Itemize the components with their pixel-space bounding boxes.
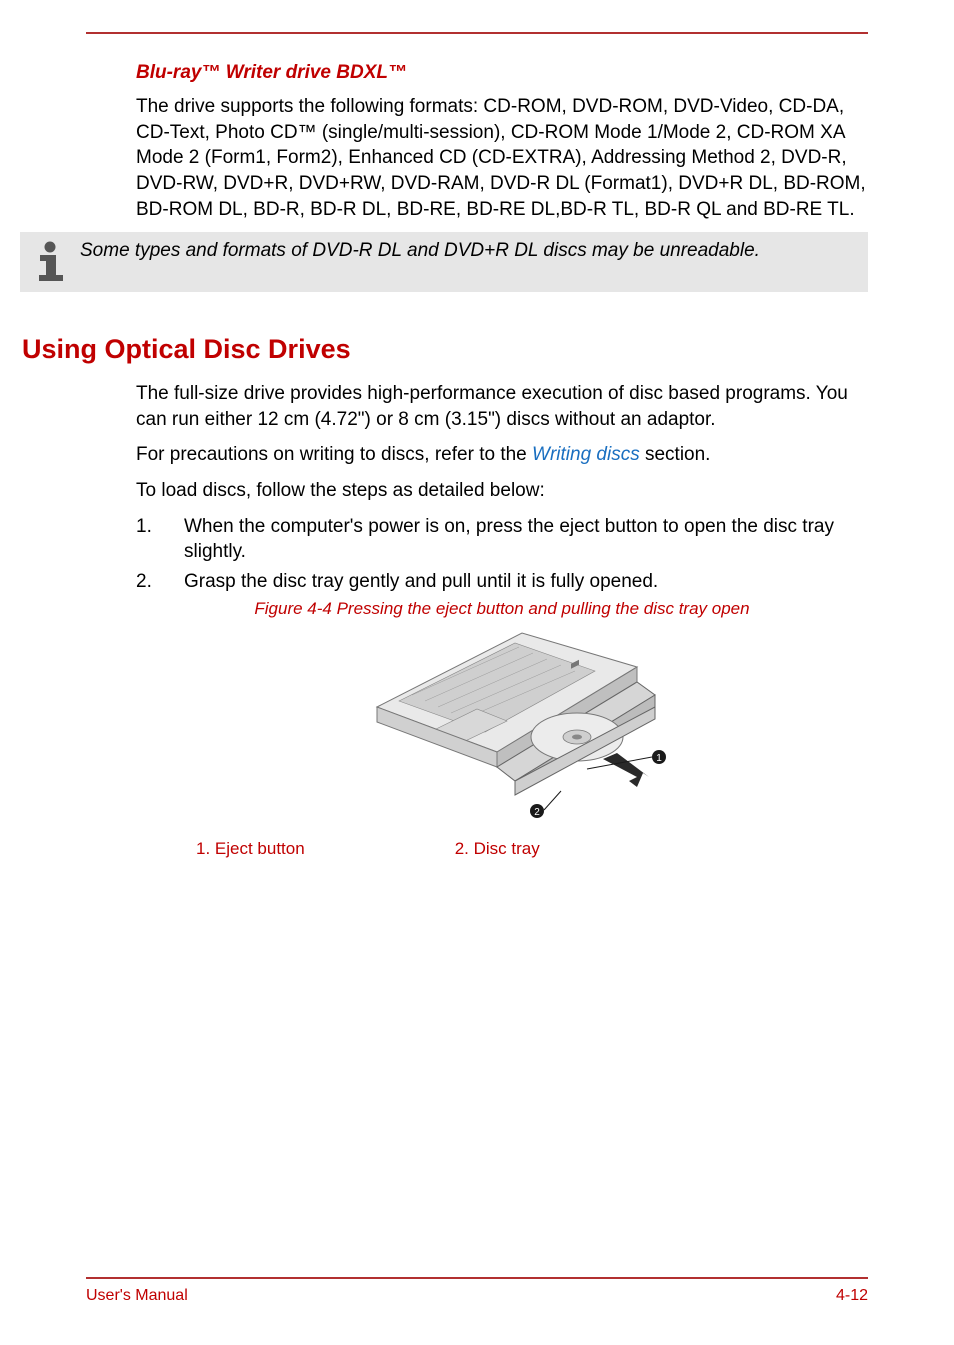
- precautions-para: For precautions on writing to discs, ref…: [136, 442, 868, 468]
- footer-left: User's Manual: [86, 1287, 188, 1305]
- top-divider: [86, 32, 868, 34]
- step-text: When the computer's power is on, press t…: [184, 516, 834, 563]
- list-item: 2. Grasp the disc tray gently and pull u…: [136, 569, 868, 595]
- note-block: Some types and formats of DVD-R DL and D…: [20, 232, 868, 292]
- writing-discs-link[interactable]: Writing discs: [532, 444, 640, 465]
- svg-text:2: 2: [534, 807, 540, 818]
- step-number: 2.: [136, 569, 152, 595]
- footer-right: 4-12: [836, 1287, 868, 1305]
- using-heading: Using Optical Disc Drives: [22, 334, 868, 365]
- info-icon: [20, 238, 80, 282]
- step-text: Grasp the disc tray gently and pull unti…: [184, 571, 658, 592]
- bluray-heading: Blu-ray™ Writer drive BDXL™: [136, 62, 868, 84]
- list-item: 1. When the computer's power is on, pres…: [136, 514, 868, 565]
- page-footer: User's Manual 4-12: [86, 1277, 868, 1305]
- load-intro: To load discs, follow the steps as detai…: [136, 478, 868, 504]
- note-text: Some types and formats of DVD-R DL and D…: [80, 238, 860, 264]
- precautions-suffix: section.: [640, 444, 711, 465]
- figure-illustration: 1 2: [136, 627, 868, 833]
- legend-item-2: 2. Disc tray: [455, 839, 540, 859]
- using-para-1: The full-size drive provides high-perfor…: [136, 381, 868, 432]
- svg-text:1: 1: [656, 753, 662, 764]
- figure-caption: Figure 4-4 Pressing the eject button and…: [136, 599, 868, 619]
- footer-divider: [86, 1277, 868, 1279]
- figure-legend: 1. Eject button 2. Disc tray: [136, 839, 868, 859]
- bluray-paragraph: The drive supports the following formats…: [136, 94, 868, 222]
- legend-item-1: 1. Eject button: [196, 839, 305, 859]
- step-number: 1.: [136, 514, 152, 540]
- precautions-prefix: For precautions on writing to discs, ref…: [136, 444, 532, 465]
